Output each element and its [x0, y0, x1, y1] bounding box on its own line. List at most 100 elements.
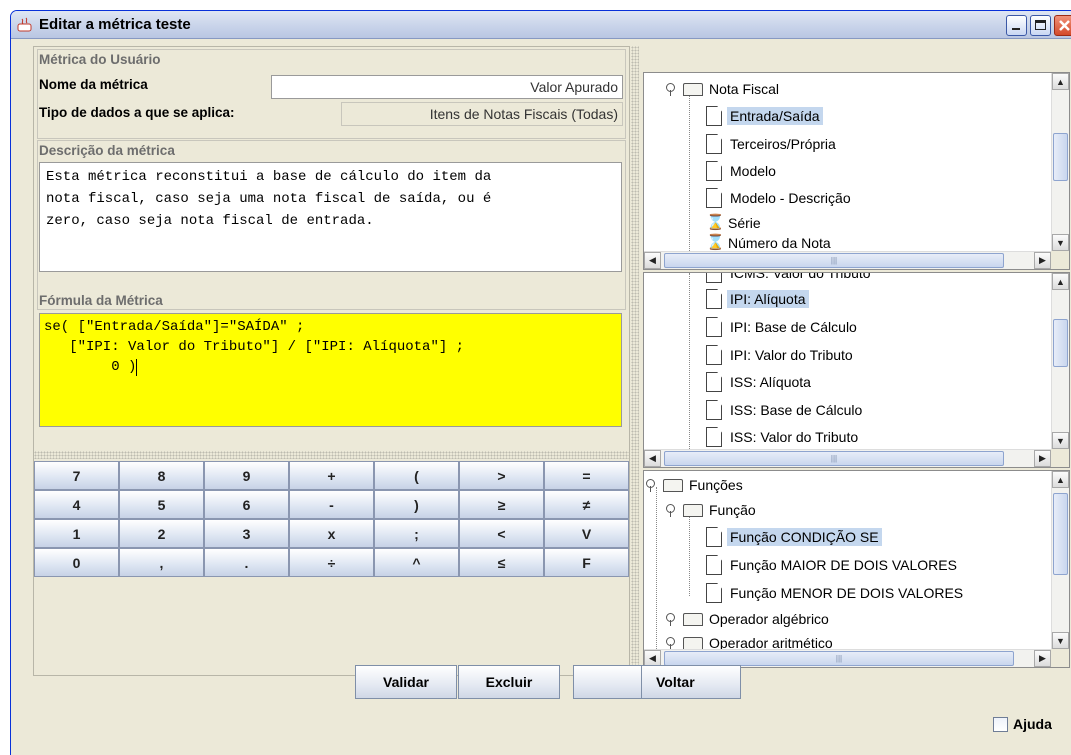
scroll-left-arrow-icon[interactable]: ◀ [644, 252, 661, 269]
metric-name-field[interactable]: Valor Apurado [271, 75, 623, 99]
description-section-label: Descrição da métrica [39, 143, 175, 158]
scroll-up-arrow-icon[interactable]: ▲ [1052, 73, 1069, 90]
tree-node-funcao-condicao-se[interactable]: Função CONDIÇÃO SE [706, 525, 882, 549]
vertical-scrollbar[interactable]: ▲ ▼ [1051, 471, 1069, 649]
validate-button[interactable]: Validar [355, 665, 457, 699]
tree-node-ipi-base-calculo[interactable]: IPI: Base de Cálculo [706, 315, 860, 339]
help-label: Ajuda [1013, 716, 1052, 732]
tree-node-iss-valor-tributo[interactable]: ISS: Valor do Tributo [706, 425, 861, 449]
key-4[interactable]: 4 [34, 490, 119, 519]
tree-node-nota-fiscal[interactable]: Nota Fiscal [666, 77, 782, 101]
title-bar[interactable]: Editar a métrica teste [11, 11, 1071, 39]
tree-node-operador-aritmetico[interactable]: Operador aritmético [666, 631, 836, 649]
scroll-up-arrow-icon[interactable]: ▲ [1052, 471, 1069, 488]
scroll-down-arrow-icon[interactable]: ▼ [1052, 632, 1069, 649]
key-open-paren[interactable]: ( [374, 461, 459, 490]
document-icon [706, 106, 722, 126]
data-type-label: Tipo de dados a que se aplica: [39, 105, 235, 120]
tree-node-funcao[interactable]: Função [666, 498, 759, 522]
checkbox-icon[interactable] [993, 716, 1008, 732]
tree-node-iss-aliquota[interactable]: ISS: Alíquota [706, 370, 814, 394]
scroll-thumb[interactable]: ||| [664, 253, 1004, 268]
key-0[interactable]: 0 [34, 548, 119, 577]
scroll-down-arrow-icon[interactable]: ▼ [1052, 432, 1069, 449]
key-multiply[interactable]: x [289, 519, 374, 548]
key-divide[interactable]: ÷ [289, 548, 374, 577]
tree-node-modelo[interactable]: Modelo [706, 159, 779, 183]
key-false[interactable]: F [544, 548, 629, 577]
minimize-icon[interactable] [1006, 15, 1027, 36]
tree-node-label: Função [709, 502, 756, 518]
key-equals[interactable]: = [544, 461, 629, 490]
maximize-icon[interactable] [1030, 15, 1051, 36]
scroll-thumb[interactable] [1053, 319, 1068, 367]
key-less-equal[interactable]: ≤ [459, 548, 544, 577]
key-5[interactable]: 5 [119, 490, 204, 519]
scroll-right-arrow-icon[interactable]: ▶ [1034, 252, 1051, 269]
key-true[interactable]: V [544, 519, 629, 548]
expand-handle-icon[interactable] [666, 636, 679, 649]
key-not-equal[interactable]: ≠ [544, 490, 629, 519]
formula-line-3: 0 ) [44, 359, 137, 375]
delete-button[interactable]: Excluir [458, 665, 560, 699]
expand-handle-icon[interactable] [666, 612, 679, 626]
scroll-thumb[interactable]: ||| [664, 451, 1004, 466]
tree-node-ipi-aliquota[interactable]: IPI: Alíquota [706, 287, 809, 311]
key-close-paren[interactable]: ) [374, 490, 459, 519]
tree-node-ipi-valor-tributo[interactable]: IPI: Valor do Tributo [706, 343, 856, 367]
close-icon[interactable] [1054, 15, 1071, 36]
scroll-right-arrow-icon[interactable]: ▶ [1034, 650, 1051, 667]
tree-node-modelo-descricao[interactable]: Modelo - Descrição [706, 186, 854, 210]
key-3[interactable]: 3 [204, 519, 289, 548]
key-8[interactable]: 8 [119, 461, 204, 490]
key-less-than[interactable]: < [459, 519, 544, 548]
tree-node-numero-nota[interactable]: ⌛ Número da Nota [706, 231, 834, 252]
folder-icon [683, 612, 703, 626]
expand-handle-icon[interactable] [666, 82, 679, 96]
tree-node-terceiros-propria[interactable]: Terceiros/Própria [706, 132, 839, 156]
tree-node-label: ISS: Base de Cálculo [730, 402, 863, 418]
vertical-splitter[interactable] [631, 46, 639, 676]
key-2[interactable]: 2 [119, 519, 204, 548]
tree-node-funcao-maior[interactable]: Função MAIOR DE DOIS VALORES [706, 553, 960, 577]
scroll-up-arrow-icon[interactable]: ▲ [1052, 273, 1069, 290]
key-1[interactable]: 1 [34, 519, 119, 548]
tree-node-iss-base-calculo[interactable]: ISS: Base de Cálculo [706, 398, 865, 422]
key-6[interactable]: 6 [204, 490, 289, 519]
formula-editor[interactable]: se( ["Entrada/Saída"]="SAÍDA" ; ["IPI: V… [39, 313, 622, 427]
tree-node-icms-valor-tributo[interactable]: ICMS: Valor do Tributo [706, 273, 874, 285]
tree-node-label: IPI: Base de Cálculo [730, 319, 857, 335]
key-plus[interactable]: + [289, 461, 374, 490]
expand-handle-icon[interactable] [666, 503, 679, 517]
key-power[interactable]: ^ [374, 548, 459, 577]
tree-node-entrada-saida[interactable]: Entrada/Saída [706, 104, 823, 128]
key-9[interactable]: 9 [204, 461, 289, 490]
tree-node-label: Funções [689, 477, 743, 493]
horizontal-scrollbar[interactable]: ◀ ||| ▶ [644, 449, 1069, 467]
key-semicolon[interactable]: ; [374, 519, 459, 548]
scroll-down-arrow-icon[interactable]: ▼ [1052, 234, 1069, 251]
key-7[interactable]: 7 [34, 461, 119, 490]
scroll-thumb[interactable]: ||| [664, 651, 1014, 666]
tree-nota-fiscal: Nota Fiscal Entrada/Saída Terceiros/Próp… [643, 72, 1070, 270]
scroll-left-arrow-icon[interactable]: ◀ [644, 450, 661, 467]
scroll-thumb[interactable] [1053, 493, 1068, 575]
tree-node-funcao-menor[interactable]: Função MENOR DE DOIS VALORES [706, 581, 966, 605]
tree-node-funcoes[interactable]: Funções [646, 473, 746, 497]
horizontal-scrollbar[interactable]: ◀ ||| ▶ [644, 251, 1069, 269]
scroll-thumb[interactable] [1053, 133, 1068, 181]
horizontal-splitter[interactable] [34, 451, 629, 459]
back-button[interactable]: Voltar [641, 665, 741, 699]
key-greater-equal[interactable]: ≥ [459, 490, 544, 519]
help-checkbox[interactable]: Ajuda [993, 716, 1052, 732]
description-textarea[interactable]: Esta métrica reconstitui a base de cálcu… [39, 162, 622, 272]
vertical-scrollbar[interactable]: ▲ ▼ [1051, 73, 1069, 251]
key-minus[interactable]: - [289, 490, 374, 519]
key-greater-than[interactable]: > [459, 461, 544, 490]
vertical-scrollbar[interactable]: ▲ ▼ [1051, 273, 1069, 449]
expand-handle-icon[interactable] [646, 478, 659, 492]
scroll-right-arrow-icon[interactable]: ▶ [1034, 450, 1051, 467]
tree-node-operador-algebrico[interactable]: Operador algébrico [666, 607, 832, 631]
key-period[interactable]: . [204, 548, 289, 577]
key-comma[interactable]: , [119, 548, 204, 577]
